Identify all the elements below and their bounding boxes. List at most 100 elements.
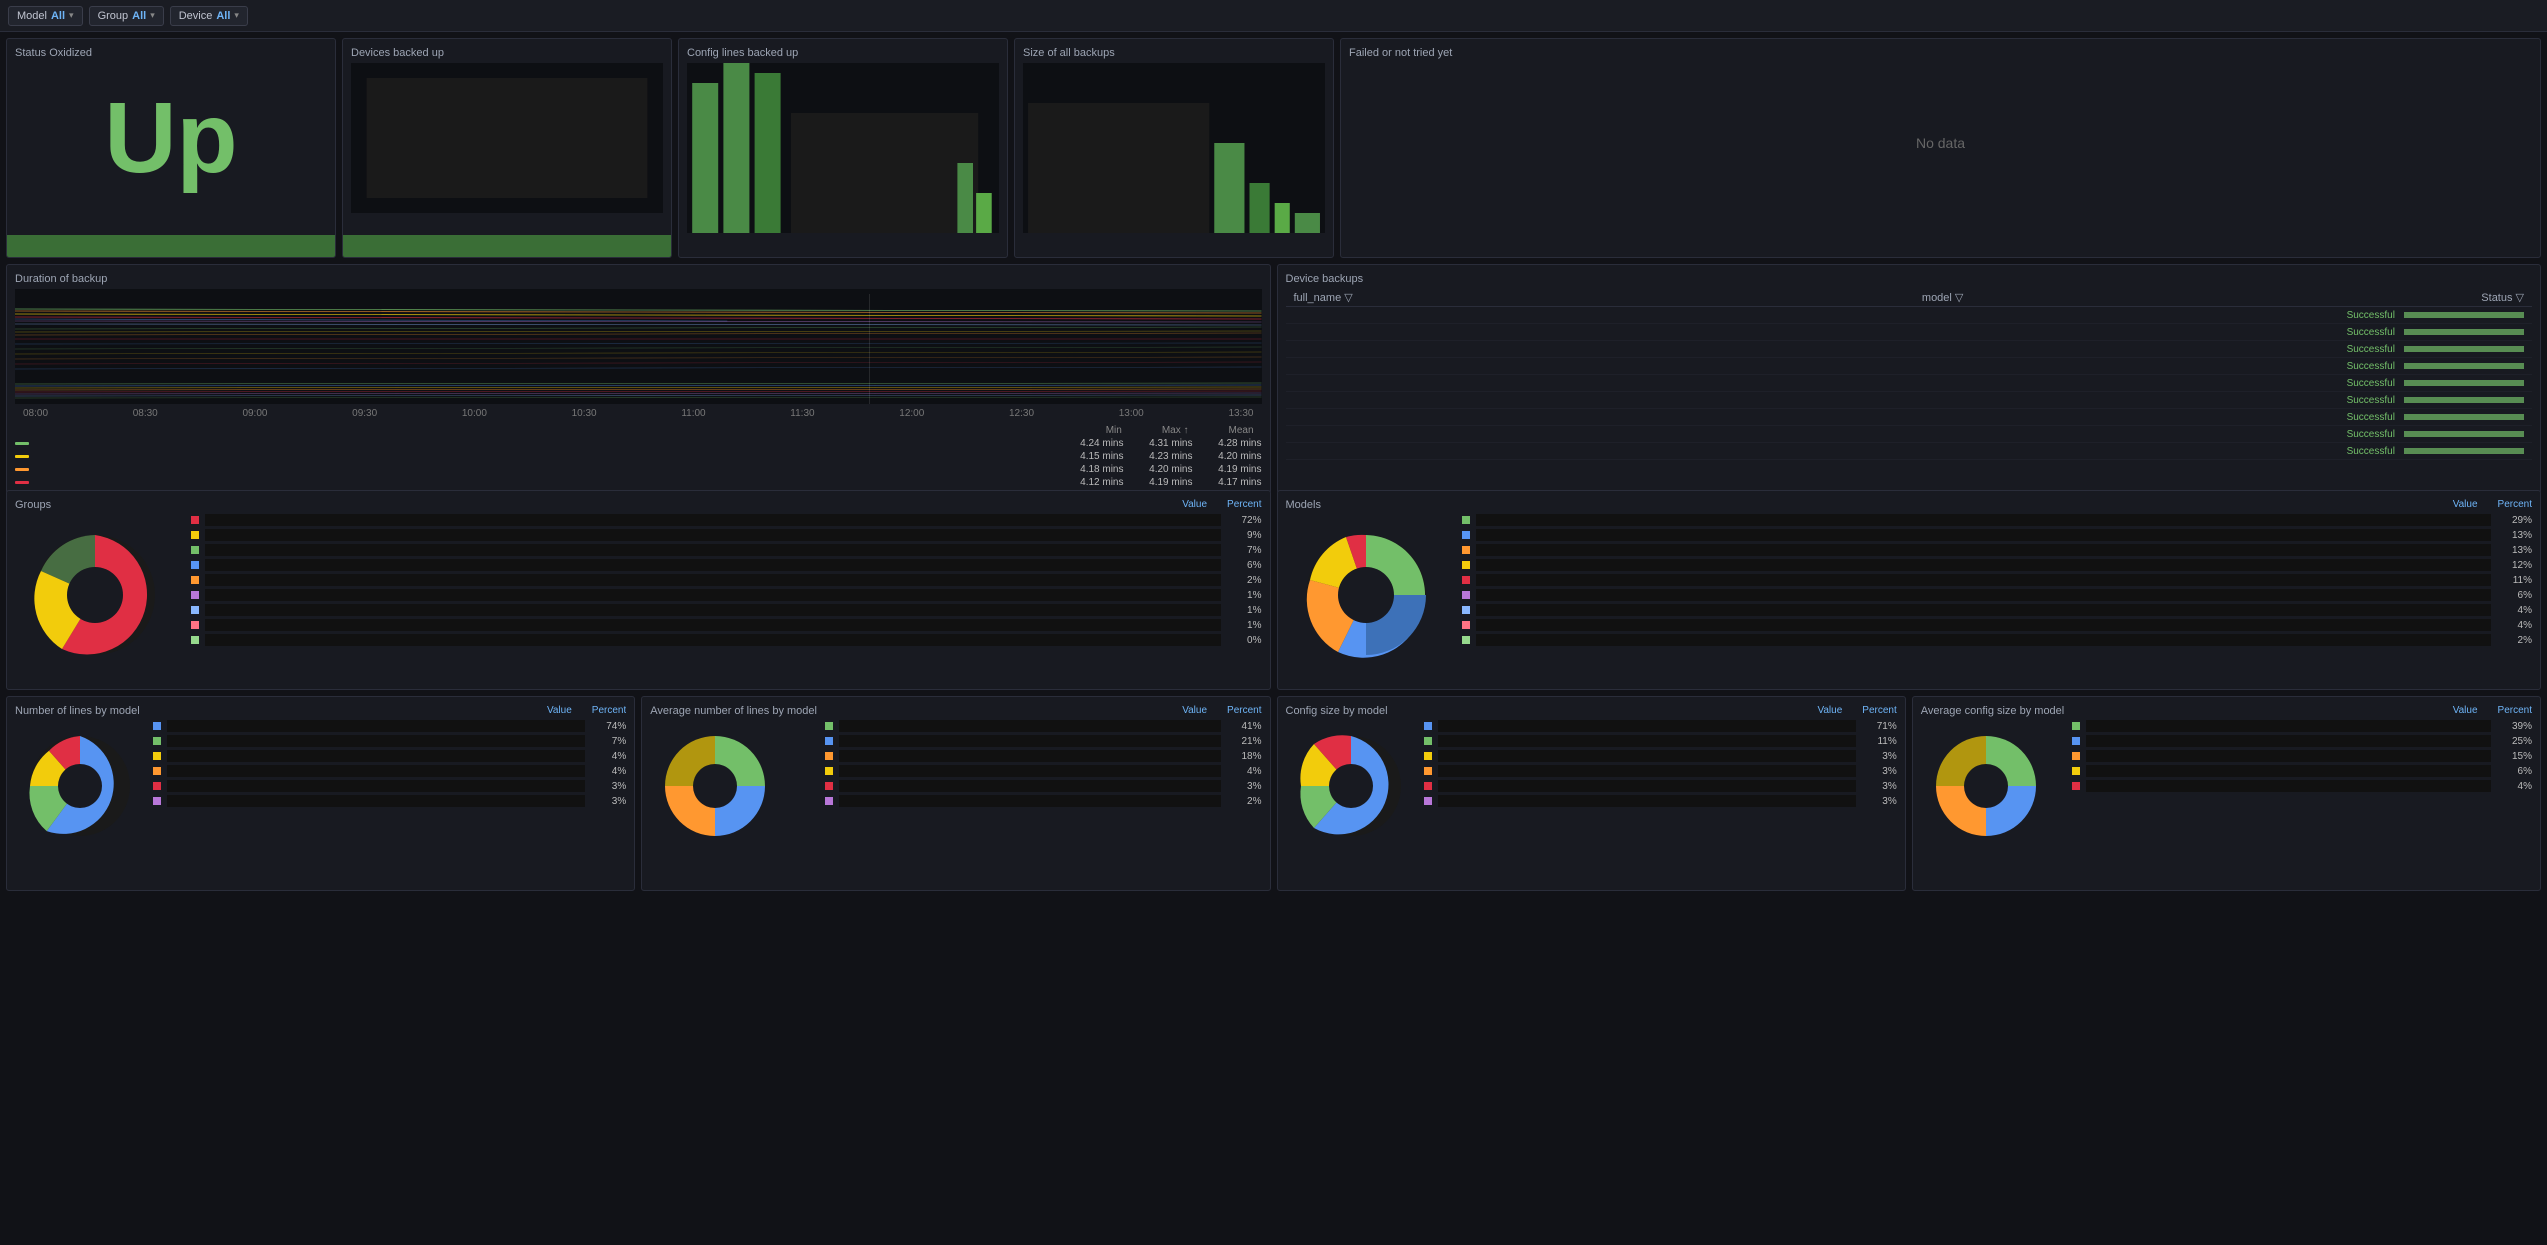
ac-value-header: Value	[2453, 705, 2478, 716]
devices-backed-panel: Devices backed up	[342, 38, 672, 258]
models-legend: Value Percent 29% 13% 13% 12% 11%	[1462, 499, 2533, 681]
table-row[interactable]: Successful	[1286, 426, 2533, 443]
lm-percent-header: Percent	[592, 705, 626, 716]
size-bars-svg	[1023, 63, 1325, 233]
duration-panel: Duration of backup 4.17 mins 3.33 mins 2…	[6, 264, 1271, 494]
legend-list-item: 6%	[2072, 765, 2532, 777]
legend-list-item: 0%	[191, 634, 1262, 646]
group-filter[interactable]: Group All ▾	[89, 6, 164, 26]
legend-list-item: 39%	[2072, 720, 2532, 732]
legend-list-item: 1%	[191, 589, 1262, 601]
col-fullname[interactable]: full_name ▽	[1286, 289, 1914, 307]
size-backups-panel: Size of all backups	[1014, 38, 1334, 258]
device-table-scroll[interactable]: full_name ▽ model ▽ Status ▽ Successful …	[1286, 289, 2533, 460]
cell-fullname	[1286, 375, 1914, 392]
devices-backed-title: Devices backed up	[351, 47, 663, 59]
lines-model-panel: Number of lines by model Value Percent	[6, 696, 635, 891]
model-filter[interactable]: Model All ▾	[8, 6, 83, 26]
lines-model-pie-svg	[15, 721, 145, 851]
status-green-bar	[7, 235, 335, 257]
mid-row: Duration of backup 4.17 mins 3.33 mins 2…	[6, 264, 2541, 484]
x-label-0: 08:00	[23, 408, 48, 419]
avg-config-legend: Value Percent 39% 25% 15% 6% 4%	[2072, 705, 2532, 882]
avg-lines-left: Average number of lines by model	[650, 705, 817, 882]
legend-list-item: 11%	[1424, 735, 1897, 747]
cell-status: Successful	[2228, 341, 2532, 358]
legend-list-item: 3%	[1424, 765, 1897, 777]
cell-model	[1914, 392, 2228, 409]
x-label-3: 09:30	[352, 408, 377, 419]
bottom-row: Number of lines by model Value Percent	[6, 696, 2541, 891]
group-filter-value: All	[132, 10, 146, 22]
legend-list-item: 21%	[825, 735, 1262, 747]
cell-model	[1914, 324, 2228, 341]
duration-title: Duration of backup	[15, 273, 1262, 285]
config-size-panel: Config size by model Value Percent	[1277, 696, 1906, 891]
cell-fullname	[1286, 409, 1914, 426]
x-label-1: 08:30	[133, 408, 158, 419]
cell-model	[1914, 341, 2228, 358]
table-row[interactable]: Successful	[1286, 324, 2533, 341]
status-oxidized-title: Status Oxidized	[15, 47, 327, 59]
table-row[interactable]: Successful	[1286, 409, 2533, 426]
legend-list-item: 13%	[1462, 544, 2533, 556]
device-backups-title: Device backups	[1286, 273, 2533, 285]
models-legend-header: Value Percent	[1462, 499, 2533, 510]
avg-config-panel: Average config size by model Value Perc	[1912, 696, 2541, 891]
groups-pie-svg	[15, 515, 175, 675]
groups-percent-header: Percent	[1227, 499, 1261, 510]
models-pie-svg	[1286, 515, 1446, 675]
cell-model	[1914, 307, 2228, 324]
x-label-2: 09:00	[242, 408, 267, 419]
config-lines-title: Config lines backed up	[687, 47, 999, 59]
cell-fullname	[1286, 324, 1914, 341]
duration-legend: Min Max ↑ Mean 4.24 mins 4.31 mins 4.28 …	[15, 425, 1262, 488]
table-row[interactable]: Successful	[1286, 443, 2533, 460]
ac-percent-header: Percent	[2498, 705, 2532, 716]
table-row[interactable]: Successful	[1286, 358, 2533, 375]
model-filter-value: All	[51, 10, 65, 22]
legend-list-item: 1%	[191, 619, 1262, 631]
legend-list-item: 4%	[153, 750, 626, 762]
legend-list-item: 13%	[1462, 529, 2533, 541]
legend-list-item: 3%	[1424, 750, 1897, 762]
legend-row: 4.24 mins 4.31 mins 4.28 mins	[15, 438, 1262, 449]
legend-min-header: Min	[1106, 425, 1122, 436]
config-lines-panel: Config lines backed up	[678, 38, 1008, 258]
legend-mean-header: Mean	[1228, 425, 1253, 436]
col-status[interactable]: Status ▽	[2228, 289, 2532, 307]
group-filter-arrow: ▾	[150, 10, 155, 21]
duration-chart: 4.17 mins 3.33 mins 2.50 mins 1.67 mins …	[15, 289, 1262, 404]
legend-list-item: 3%	[1424, 780, 1897, 792]
groups-value-header: Value	[1182, 499, 1207, 510]
devices-bar-chart	[351, 63, 663, 213]
cell-status: Successful	[2228, 375, 2532, 392]
models-legend-items: 29% 13% 13% 12% 11% 6% 4%	[1462, 514, 2533, 646]
table-row[interactable]: Successful	[1286, 307, 2533, 324]
groups-legend-header: Value Percent	[191, 499, 1262, 510]
models-left: Models	[1286, 499, 1454, 681]
table-row[interactable]: Successful	[1286, 341, 2533, 358]
legend-list-item: 7%	[191, 544, 1262, 556]
cell-status: Successful	[2228, 426, 2532, 443]
legend-list-item: 6%	[1462, 589, 2533, 601]
table-row[interactable]: Successful	[1286, 392, 2533, 409]
cell-model	[1914, 426, 2228, 443]
legend-list-item: 9%	[191, 529, 1262, 541]
legend-list-item: 2%	[191, 574, 1262, 586]
cell-fullname	[1286, 358, 1914, 375]
cell-status: Successful	[2228, 324, 2532, 341]
col-model[interactable]: model ▽	[1914, 289, 2228, 307]
lines-model-legend: Value Percent 74% 7% 4% 4% 3%	[153, 705, 626, 882]
table-row[interactable]: Successful	[1286, 375, 2533, 392]
x-label-9: 12:30	[1009, 408, 1034, 419]
legend-list-item: 1%	[191, 604, 1262, 616]
device-filter-value: All	[216, 10, 230, 22]
avg-config-title: Average config size by model	[1921, 705, 2065, 717]
device-filter[interactable]: Device All ▾	[170, 6, 248, 26]
cell-status: Successful	[2228, 392, 2532, 409]
legend-list-item: 72%	[191, 514, 1262, 526]
groups-panel: Groups Value Percent	[6, 490, 1271, 690]
config-size-legend: Value Percent 71% 11% 3% 3% 3%	[1424, 705, 1897, 882]
legend-list-item: 4%	[1462, 604, 2533, 616]
